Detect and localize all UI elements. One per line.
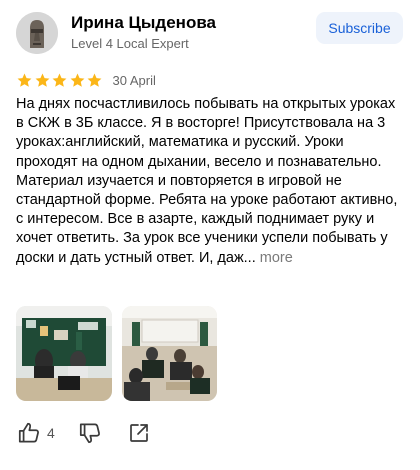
- author-name[interactable]: Ирина Цыденова: [71, 13, 216, 33]
- star-icon: [52, 73, 67, 87]
- more-link[interactable]: more: [260, 250, 293, 266]
- author-avatar[interactable]: [16, 12, 58, 54]
- moai-avatar-icon: [16, 12, 58, 54]
- like-button[interactable]: 4: [16, 420, 55, 446]
- star-icon: [17, 73, 32, 87]
- review-text: На днях посчастливилось побывать на откр…: [16, 95, 406, 268]
- review-body: На днях посчастливилось побывать на откр…: [16, 96, 398, 266]
- rating-row: 30 April: [16, 71, 156, 89]
- subscribe-button[interactable]: Subscribe: [316, 12, 403, 44]
- star-rating: [16, 72, 104, 89]
- review-photo-2[interactable]: [122, 306, 217, 401]
- share-icon: [130, 424, 148, 442]
- star-icon: [35, 73, 49, 87]
- classroom-desks-photo: [122, 306, 217, 401]
- thumbs-up-icon: [18, 422, 39, 443]
- thumbs-down-icon: [79, 423, 100, 444]
- star-icon: [87, 73, 102, 87]
- review-photo-1[interactable]: [16, 306, 112, 401]
- share-button[interactable]: [127, 420, 151, 446]
- review-date: 30 April: [112, 72, 156, 88]
- classroom-board-photo: [16, 306, 112, 401]
- star-icon: [70, 73, 84, 87]
- like-count: 4: [47, 425, 55, 441]
- author-level: Level 4 Local Expert: [71, 36, 189, 51]
- dislike-button[interactable]: [77, 420, 103, 446]
